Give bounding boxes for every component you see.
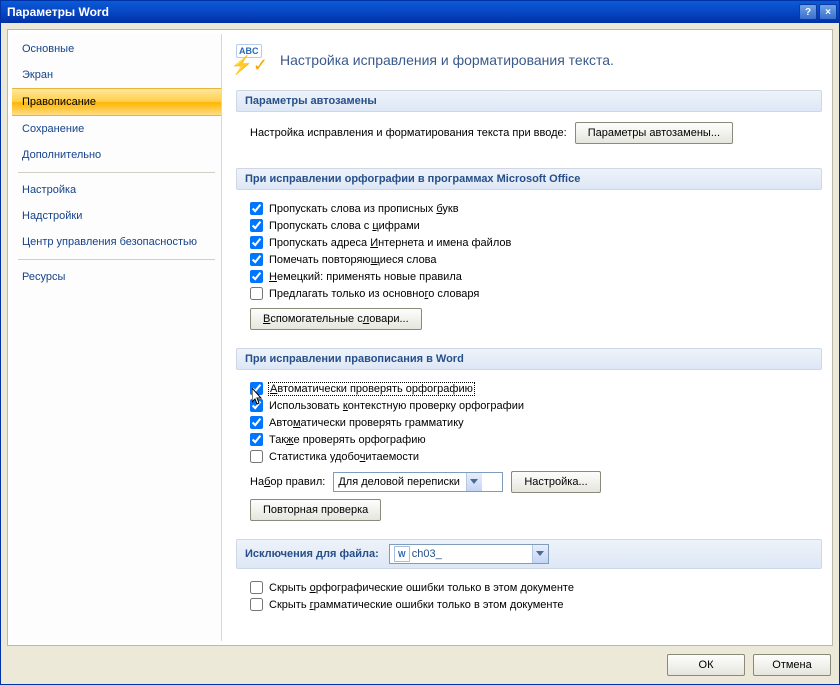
- chk-auto-grammar-label: Автоматически проверять грамматику: [269, 417, 464, 429]
- exceptions-file-select[interactable]: W ch03_: [389, 544, 549, 564]
- writing-style-value: Для деловой переписки: [338, 476, 466, 488]
- sidebar: Основные Экран Правописание Сохранение Д…: [12, 34, 222, 641]
- chk-words-with-numbers-label: Пропускать слова с цифрами: [269, 220, 420, 232]
- chk-german-reform[interactable]: [250, 270, 263, 283]
- section-header-office-spelling: При исправлении орфографии в программах …: [236, 168, 822, 190]
- chk-german-reform-label: Немецкий: применять новые правила: [269, 271, 462, 283]
- chk-uppercase-words[interactable]: [250, 202, 263, 215]
- exceptions-label: Исключения для файла:: [245, 548, 379, 560]
- chk-readability-stats[interactable]: [250, 450, 263, 463]
- chk-readability-stats-label: Статистика удобочитаемости: [269, 451, 419, 463]
- sidebar-separator: [18, 172, 215, 173]
- chk-internet-addresses[interactable]: [250, 236, 263, 249]
- proofing-icon: ABC ⚡✓: [236, 44, 268, 76]
- chk-main-dict-only-label: Предлагать только из основного словаря: [269, 288, 479, 300]
- chk-contextual-spelling[interactable]: [250, 399, 263, 412]
- sidebar-item-customize[interactable]: Настройка: [12, 177, 221, 203]
- chk-internet-addresses-label: Пропускать адреса Интернета и имена файл…: [269, 237, 511, 249]
- writing-style-select[interactable]: Для деловой переписки: [333, 472, 503, 492]
- chk-grammar-with-spelling[interactable]: [250, 433, 263, 446]
- sidebar-item-display[interactable]: Экран: [12, 62, 221, 88]
- chk-grammar-with-spelling-label: Также проверять орфографию: [269, 434, 426, 446]
- options-window: Параметры Word ? × Основные Экран Правоп…: [0, 0, 840, 685]
- custom-dictionaries-button[interactable]: ВВспомогательные словари...спомогательны…: [250, 308, 422, 330]
- page-header: ABC ⚡✓ Настройка исправления и форматиро…: [236, 38, 822, 90]
- ok-button[interactable]: ОК: [667, 654, 745, 676]
- grammar-settings-button[interactable]: Настройка...: [511, 471, 600, 493]
- section-exceptions: Исключения для файла: W ch03_ Скрыть орф…: [236, 539, 822, 621]
- chk-hide-grammar-errors-label: Скрыть грамматические ошибки только в эт…: [269, 599, 564, 611]
- writing-style-label: Набор правил:: [250, 476, 325, 488]
- chk-auto-spellcheck-label: Автоматически проверять орфографию: [269, 383, 474, 395]
- chevron-down-icon: [466, 473, 482, 491]
- bolt-icon: ⚡✓: [231, 55, 269, 76]
- close-button[interactable]: ×: [819, 4, 837, 20]
- section-office-spelling: При исправлении орфографии в программах …: [236, 168, 822, 338]
- chk-repeated-words-label: Помечать повторяющиеся слова: [269, 254, 437, 266]
- section-header-exceptions: Исключения для файла: W ch03_: [236, 539, 822, 569]
- sidebar-item-save[interactable]: Сохранение: [12, 116, 221, 142]
- section-autocorrect: Параметры автозамены Настройка исправлен…: [236, 90, 822, 158]
- chevron-down-icon: [532, 545, 548, 563]
- word-file-icon: W: [394, 546, 410, 562]
- chk-contextual-spelling-label: Использовать контекстную проверку орфогр…: [269, 400, 524, 412]
- chk-repeated-words[interactable]: [250, 253, 263, 266]
- main-area: Основные Экран Правописание Сохранение Д…: [7, 29, 833, 646]
- titlebar: Параметры Word ? ×: [1, 1, 839, 23]
- cancel-button[interactable]: Отмена: [753, 654, 831, 676]
- chk-uppercase-words-label: Пропускать слова из прописных букв: [269, 203, 459, 215]
- chk-hide-spelling-errors[interactable]: [250, 581, 263, 594]
- chk-words-with-numbers[interactable]: [250, 219, 263, 232]
- help-button[interactable]: ?: [799, 4, 817, 20]
- footer-bar: ОК Отмена: [7, 652, 833, 678]
- window-title: Параметры Word: [7, 5, 797, 19]
- page-title: Настройка исправления и форматирования т…: [280, 52, 614, 68]
- sidebar-item-resources[interactable]: Ресурсы: [12, 264, 221, 290]
- autocorrect-options-button[interactable]: Параметры автозамены...: [575, 122, 733, 144]
- chk-hide-spelling-errors-label: Скрыть орфографические ошибки только в э…: [269, 582, 574, 594]
- exceptions-file-value: ch03_: [412, 548, 448, 560]
- sidebar-separator: [18, 259, 215, 260]
- sidebar-item-proofing[interactable]: Правописание: [12, 88, 221, 116]
- autocorrect-desc: Настройка исправления и форматирования т…: [250, 127, 567, 139]
- sidebar-item-general[interactable]: Основные: [12, 36, 221, 62]
- sidebar-item-advanced[interactable]: Дополнительно: [12, 142, 221, 168]
- window-body: Основные Экран Правописание Сохранение Д…: [1, 23, 839, 684]
- chk-hide-grammar-errors[interactable]: [250, 598, 263, 611]
- content-pane: ABC ⚡✓ Настройка исправления и форматиро…: [226, 34, 828, 641]
- section-header-word-spelling: При исправлении правописания в Word: [236, 348, 822, 370]
- chk-main-dict-only[interactable]: [250, 287, 263, 300]
- recheck-document-button[interactable]: Повторная проверка: [250, 499, 381, 521]
- chk-auto-spellcheck[interactable]: [250, 382, 263, 395]
- section-word-spelling: При исправлении правописания в Word Авто…: [236, 348, 822, 529]
- sidebar-item-trust-center[interactable]: Центр управления безопасностью: [12, 229, 221, 255]
- sidebar-item-addins[interactable]: Надстройки: [12, 203, 221, 229]
- chk-auto-grammar[interactable]: [250, 416, 263, 429]
- section-header-autocorrect: Параметры автозамены: [236, 90, 822, 112]
